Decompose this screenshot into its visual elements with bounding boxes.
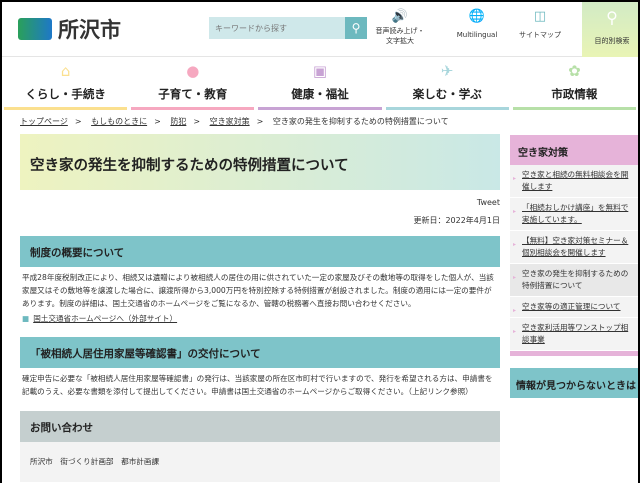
sidebar-item[interactable]: 「相続おしかけ講座」を無料で実施しています。	[510, 198, 638, 231]
contact-heading: お問い合わせ	[20, 411, 500, 442]
translate-icon: 🌐	[468, 9, 486, 24]
tool-label: 音声読み上げ・	[375, 27, 425, 35]
multilingual-button[interactable]: 🌐 Multilingual	[450, 8, 504, 40]
nav-bar	[385, 107, 509, 110]
tweet-button[interactable]: Tweet	[20, 198, 500, 207]
sidebar-link[interactable]: 実施しています。	[522, 215, 582, 224]
speaker-icon: 🔊	[391, 9, 409, 24]
site-header: 所沢市 ⚲ 🔊 音声読み上げ・文字拡大 🌐 Multilingual ◫ サイトマップ…	[2, 2, 638, 57]
house-icon: ⌂	[60, 62, 71, 80]
sitemap-icon: ◫	[533, 9, 547, 24]
sidebar-item[interactable]: 空き家と相続の無料相談会を開催します	[510, 165, 638, 198]
nav-label: 楽しむ・学ぶ	[412, 87, 482, 101]
link-icon: ■	[22, 314, 30, 323]
tool-label: Multilingual	[456, 31, 498, 39]
section-heading: 「被相続人居住用家屋等確認書」の交付について	[20, 337, 500, 368]
nav-kurashi[interactable]: ⌂ くらし・手続き	[2, 57, 129, 110]
nav-label: 健康・福祉	[291, 87, 349, 101]
contact-body: 所沢市 街づくり計画部 都市計画課	[20, 442, 500, 482]
breadcrumb-link[interactable]: もしものときに	[91, 117, 147, 126]
sidebar-item[interactable]: 空き家利活用等ワンストップ相談事業	[510, 318, 638, 351]
nav-kenko[interactable]: ▣ 健康・福祉	[256, 57, 383, 110]
nav-bar	[4, 107, 128, 110]
speech-zoom-button[interactable]: 🔊 音声読み上げ・ 文字拡大	[370, 8, 430, 46]
breadcrumb: トップページ > もしものときに > 防犯 > 空き家対策 > 空き家の発生を抑制するた…	[20, 117, 449, 126]
main-content: 空き家の発生を抑制するための特例措置について Tweet 更新日：2022年4月…	[20, 134, 500, 482]
nav-label: 子育て・教育	[158, 87, 228, 101]
mlit-link[interactable]: 国土交通省ホームページへ（外部サイト）	[33, 314, 177, 323]
tool-label: 文字拡大	[386, 37, 414, 45]
city-emblem-icon: ✿	[568, 62, 581, 80]
airplane-icon: ✈	[440, 62, 454, 80]
global-nav: ⌂ くらし・手続き ● 子育て・教育 ▣ 健康・福祉 ✈ 楽しむ・学ぶ ✿ 市政情報	[2, 57, 638, 110]
sidebar-link[interactable]: 個別相談会を開催します	[522, 248, 606, 257]
breadcrumb-link[interactable]: 空き家対策	[210, 117, 250, 126]
breadcrumb-current: 空き家の発生を抑制するための特例措置について	[272, 117, 449, 126]
search-button[interactable]: ⚲	[345, 17, 367, 39]
nav-bar	[512, 107, 637, 110]
nav-bar	[131, 107, 255, 110]
purpose-search-button[interactable]: ⚲ 目的別検索	[582, 2, 638, 57]
sidebar: 空き家対策 空き家と相続の無料相談会を開催します 「相続おしかけ講座」を無料で実…	[510, 135, 638, 398]
sidebar-item-current: 空き家の発生を抑制するための特例措置について	[510, 264, 638, 297]
section-body: 平成28年度税制改正により、相続又は遺贈により被相続人の居住の用に供されていた一…	[22, 273, 494, 308]
nav-bar	[258, 107, 382, 110]
section-body: 確定申告に必要な「被相続人居住用家屋等確認書」の発行は、当該家屋の所在区市町村で…	[22, 374, 493, 396]
sidebar-heading: 空き家対策	[510, 135, 638, 165]
sidebar-link[interactable]: 空き家と相続の無料相談会を開	[522, 170, 628, 179]
search-input[interactable]	[209, 17, 345, 39]
sidebar-current-text: 特例措置について	[522, 281, 583, 290]
search-box: ⚲	[209, 17, 367, 39]
sidebar-link[interactable]: 【無料】空き家対策セミナー＆	[522, 236, 628, 245]
city-logo-icon	[18, 18, 52, 40]
sidebar-link[interactable]: 催します	[522, 182, 552, 191]
sidebar-link[interactable]: 空き家等の適正管理について	[522, 302, 621, 311]
tool-label: サイトマップ	[519, 31, 561, 39]
nav-tanoshimu[interactable]: ✈ 楽しむ・学ぶ	[384, 57, 511, 110]
baby-icon: ●	[186, 62, 200, 80]
sidebar-link[interactable]: 空き家利活用等ワンストップ相	[522, 323, 628, 332]
sitemap-button[interactable]: ◫ サイトマップ	[510, 8, 570, 40]
nav-label: くらし・手続き	[25, 87, 106, 101]
sidebar-item[interactable]: 【無料】空き家対策セミナー＆ 個別相談会を開催します	[510, 231, 638, 264]
section-heading: 制度の概要について	[20, 236, 500, 267]
nav-shisei[interactable]: ✿ 市政情報	[511, 57, 638, 110]
external-link[interactable]: ■ 国土交通省ホームページへ（外部サイト）	[20, 313, 500, 324]
page-title: 空き家の発生を抑制するための特例措置について	[20, 134, 500, 190]
sidebar-link[interactable]: 談事業	[522, 335, 545, 344]
breadcrumb-link[interactable]: 防犯	[170, 117, 186, 126]
nav-kosodate[interactable]: ● 子育て・教育	[129, 57, 256, 110]
sidebar-item[interactable]: 空き家等の適正管理について	[510, 297, 638, 318]
nav-label: 市政情報	[551, 87, 598, 101]
site-name: 所沢市	[58, 18, 121, 42]
browser-page: 所沢市 ⚲ 🔊 音声読み上げ・文字拡大 🌐 Multilingual ◫ サイトマップ…	[2, 2, 638, 483]
site-logo[interactable]: 所沢市	[18, 14, 121, 44]
search-icon: ⚲	[606, 8, 618, 27]
sidebar-current-text: 空き家の発生を抑制するための	[522, 269, 629, 278]
sidebar-list: 空き家と相続の無料相談会を開催します 「相続おしかけ講座」を無料で実施しています…	[510, 165, 638, 356]
breadcrumb-link[interactable]: トップページ	[20, 117, 68, 126]
purpose-search-label: 目的別検索	[594, 37, 630, 45]
updated-date: 更新日：2022年4月1日	[413, 216, 500, 225]
sidebar-link[interactable]: 「相続おしかけ講座」を無料で	[522, 203, 628, 212]
sidebar-heading-help: 情報が見つからないときは	[510, 368, 638, 398]
search-icon: ⚲	[351, 21, 361, 35]
medical-icon: ▣	[312, 62, 328, 80]
